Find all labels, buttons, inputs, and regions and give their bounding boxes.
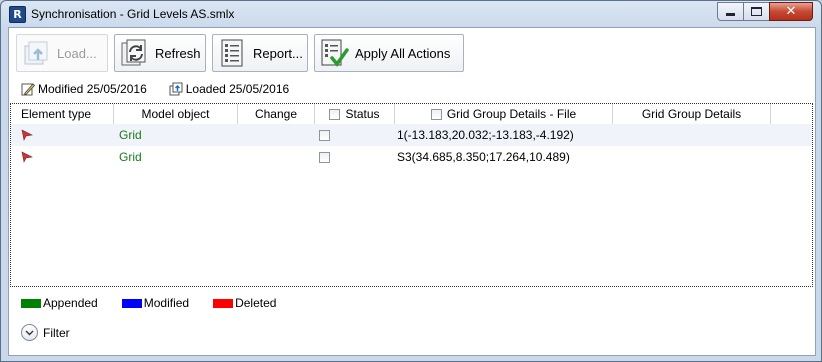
legend-item-modified: Modified <box>121 296 190 310</box>
model-object-cell: Grid <box>119 128 142 142</box>
refresh-button[interactable]: Refresh <box>114 34 206 72</box>
legend-item-appended: Appended <box>21 296 98 310</box>
red-flag-icon <box>21 129 33 141</box>
filter-label: Filter <box>43 325 70 340</box>
file-details-cell: S3(34.685,8.350;17.264,10.489) <box>397 150 570 164</box>
modified-swatch <box>121 298 142 308</box>
close-icon: ✕ <box>785 4 797 19</box>
sync-window: R Synchronisation - Grid Levels AS.smlx … <box>0 0 822 362</box>
maximize-icon <box>751 7 762 16</box>
file-details-select-all-checkbox[interactable] <box>430 108 442 120</box>
change-cell <box>238 146 315 168</box>
appended-swatch <box>21 298 41 308</box>
element-type-cell <box>11 146 114 168</box>
table-row[interactable]: Grid S3(34.685,8.350;17.264,10.489) <box>11 146 812 168</box>
status-checkbox[interactable] <box>319 129 330 141</box>
apply-actions-icon <box>319 38 349 68</box>
element-type-cell <box>11 124 114 146</box>
legend-modified-label: Modified <box>143 296 190 310</box>
file-details-cell: 1(-13.183,20.032;-13.183,-4.192) <box>397 128 574 142</box>
load-button[interactable]: Load... <box>16 34 108 72</box>
model-object-cell: Grid <box>119 150 142 164</box>
apply-all-actions-label: Apply All Actions <box>355 45 451 61</box>
legend-item-deleted: Deleted <box>213 296 276 310</box>
status-cell <box>315 124 395 146</box>
col-grid-group-details-file[interactable]: Grid Group Details - File <box>395 104 613 124</box>
status-select-all-checkbox[interactable] <box>329 108 341 120</box>
close-button[interactable]: ✕ <box>769 2 813 21</box>
loaded-date: Loaded 25/05/2016 <box>185 82 290 96</box>
chevron-down-icon <box>21 324 38 341</box>
modified-date: Modified 25/05/2016 <box>38 82 147 96</box>
col-change[interactable]: Change <box>238 104 315 124</box>
toolbar: Load... Refresh Report... Apply All Acti… <box>16 34 470 74</box>
pencil-document-icon <box>21 83 35 96</box>
status-info: Modified 25/05/2016 Loaded 25/05/2016 <box>21 82 311 96</box>
table-row[interactable]: Grid 1(-13.183,20.032;-13.183,-4.192) <box>11 124 812 146</box>
report-button[interactable]: Report... <box>212 34 308 72</box>
modified-info: Modified 25/05/2016 <box>21 82 147 96</box>
client-area: Load... Refresh Report... Apply All Acti… <box>8 27 816 356</box>
upload-document-icon <box>169 82 183 96</box>
legend-appended-label: Appended <box>43 296 98 310</box>
status-checkbox[interactable] <box>319 151 330 163</box>
status-cell <box>315 146 395 168</box>
sync-grid: Element type Model object Change Status … <box>10 103 813 287</box>
legend: Appended Modified Deleted <box>21 296 300 310</box>
details-cell <box>613 146 771 168</box>
title-bar[interactable]: R Synchronisation - Grid Levels AS.smlx … <box>1 1 821 27</box>
red-flag-icon <box>21 151 33 163</box>
revit-app-icon: R <box>9 6 26 23</box>
filter-toggle[interactable]: Filter <box>21 324 70 341</box>
load-icon <box>21 38 51 68</box>
window-controls: ✕ <box>717 2 813 21</box>
grid-header: Element type Model object Change Status … <box>11 104 812 125</box>
minimize-icon <box>726 13 735 16</box>
col-file-details-label: Grid Group Details - File <box>446 107 577 121</box>
col-model-object[interactable]: Model object <box>114 104 238 124</box>
loaded-info: Loaded 25/05/2016 <box>169 82 289 96</box>
refresh-icon <box>119 38 149 68</box>
col-status[interactable]: Status <box>315 104 395 124</box>
maximize-button[interactable] <box>743 2 770 21</box>
report-label: Report... <box>253 45 303 61</box>
col-element-type[interactable]: Element type <box>11 104 114 124</box>
window-title: Synchronisation - Grid Levels AS.smlx <box>31 7 235 21</box>
change-cell <box>238 124 315 146</box>
col-status-label: Status <box>345 107 380 121</box>
legend-deleted-label: Deleted <box>235 296 277 310</box>
deleted-swatch <box>213 298 234 308</box>
refresh-label: Refresh <box>155 45 201 61</box>
report-icon <box>217 38 247 68</box>
minimize-button[interactable] <box>717 2 744 21</box>
details-cell <box>613 124 771 146</box>
load-label: Load... <box>57 45 97 61</box>
apply-all-actions-button[interactable]: Apply All Actions <box>314 34 464 72</box>
col-grid-group-details[interactable]: Grid Group Details <box>613 104 771 124</box>
